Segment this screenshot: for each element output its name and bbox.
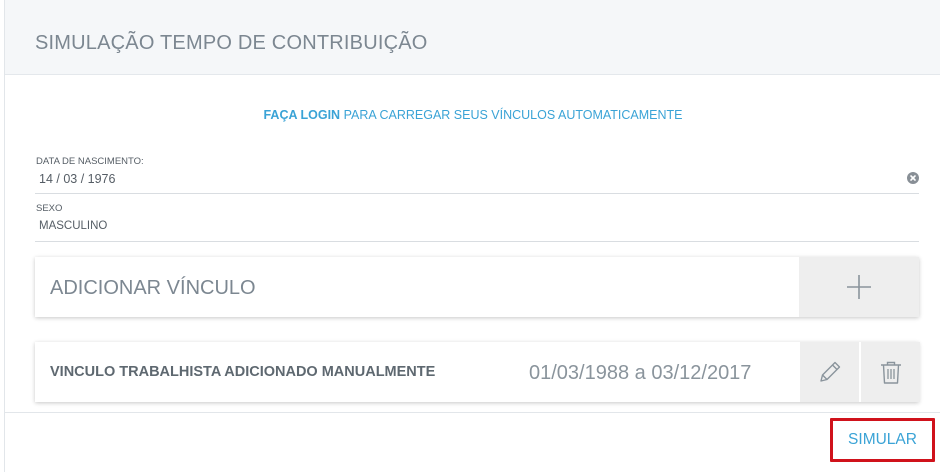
sex-select[interactable]: MASCULINO <box>39 220 107 232</box>
pencil-icon <box>820 361 841 382</box>
login-link[interactable]: FAÇA LOGIN <box>263 108 340 122</box>
trash-icon <box>881 361 901 384</box>
edit-link-button[interactable] <box>800 342 859 402</box>
sex-field[interactable]: SEXO MASCULINO <box>35 197 919 242</box>
add-link-button[interactable] <box>799 257 919 317</box>
delete-link-button[interactable] <box>861 342 920 402</box>
link-row: VINCULO TRABALHISTA ADICIONADO MANUALMEN… <box>35 342 920 402</box>
birth-date-field[interactable]: DATA DE NASCIMENTO: 14 / 03 / 1976 <box>35 150 919 194</box>
simulate-button[interactable]: SIMULAR <box>830 418 935 462</box>
birth-date-input[interactable]: 14 / 03 / 1976 <box>39 172 115 186</box>
add-link-panel: ADICIONAR VÍNCULO <box>35 257 919 317</box>
plus-icon <box>847 275 871 299</box>
card-header: SIMULAÇÃO TEMPO DE CONTRIBUIÇÃO <box>5 0 940 75</box>
page-title: SIMULAÇÃO TEMPO DE CONTRIBUIÇÃO <box>35 32 428 54</box>
login-prompt-text: PARA CARREGAR SEUS VÍNCULOS AUTOMATICAME… <box>340 108 683 122</box>
sex-label: SEXO <box>36 203 63 214</box>
footer-divider <box>5 412 940 413</box>
clear-icon[interactable] <box>907 172 919 184</box>
birth-date-label: DATA DE NASCIMENTO: <box>36 156 144 167</box>
link-name: VINCULO TRABALHISTA ADICIONADO MANUALMEN… <box>50 364 436 380</box>
login-prompt: FAÇA LOGIN PARA CARREGAR SEUS VÍNCULOS A… <box>5 108 940 122</box>
simulation-card: SIMULAÇÃO TEMPO DE CONTRIBUIÇÃO FAÇA LOG… <box>4 0 940 472</box>
add-link-label: ADICIONAR VÍNCULO <box>50 277 256 299</box>
link-period: 01/03/1988 a 03/12/2017 <box>529 362 752 384</box>
